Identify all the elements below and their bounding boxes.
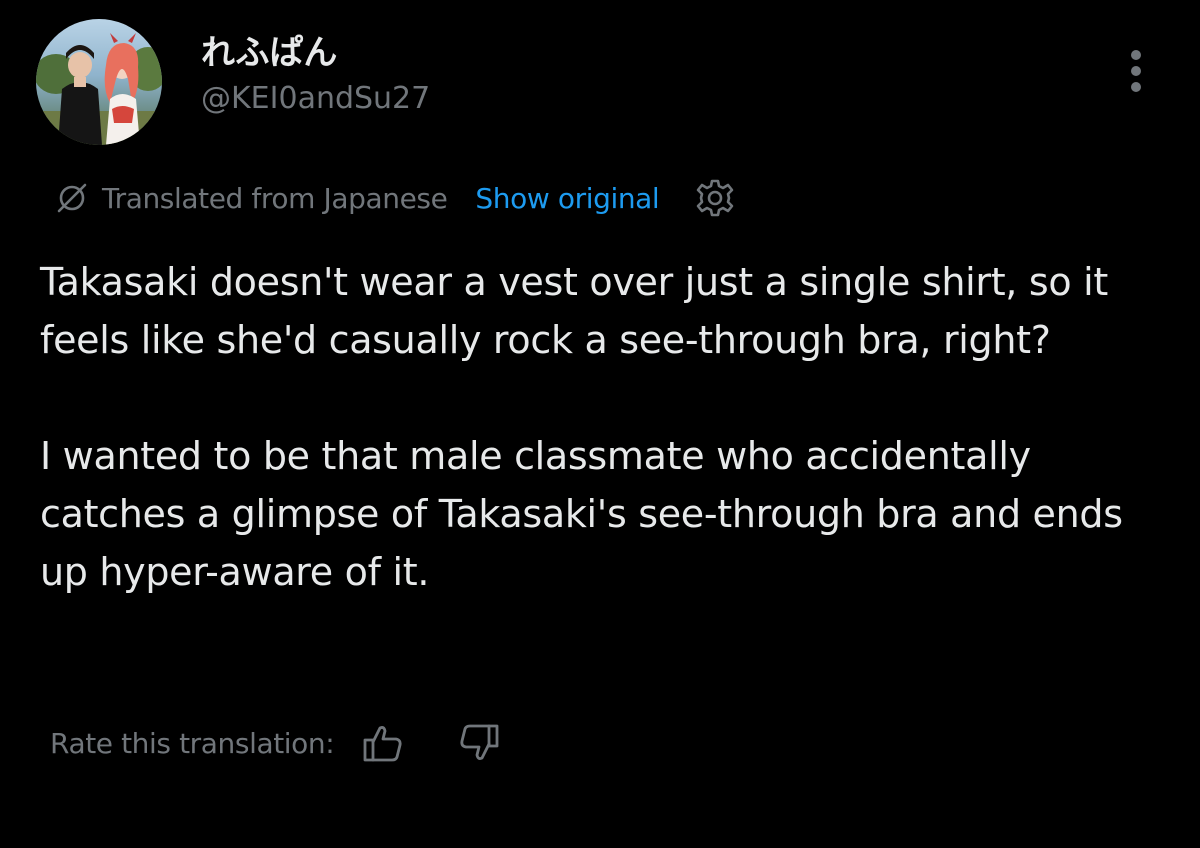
translation-bar: Translated from Japanese Show original (52, 176, 737, 220)
user-handle[interactable]: @KEI0andSu27 (201, 84, 430, 114)
thumbs-down-icon[interactable] (456, 720, 502, 766)
rate-translation-bar: Rate this translation: (50, 718, 502, 768)
gear-icon[interactable] (693, 176, 737, 220)
tweet-paragraph: I wanted to be that male classmate who a… (40, 434, 1123, 594)
more-menu-button[interactable] (1118, 46, 1154, 96)
show-original-link[interactable]: Show original (475, 182, 659, 215)
display-name[interactable]: れふぱん (201, 36, 337, 70)
tweet-paragraph: Takasaki doesn't wear a vest over just a… (40, 260, 1108, 362)
translated-from-label: Translated from Japanese (102, 181, 448, 215)
profile-avatar-image (36, 19, 162, 145)
avatar[interactable] (36, 19, 162, 145)
translate-slash-icon (57, 183, 87, 213)
tweet-text: Takasaki doesn't wear a vest over just a… (40, 253, 1170, 601)
thumbs-up-icon[interactable] (360, 720, 406, 766)
rate-translation-label: Rate this translation: (50, 726, 335, 760)
